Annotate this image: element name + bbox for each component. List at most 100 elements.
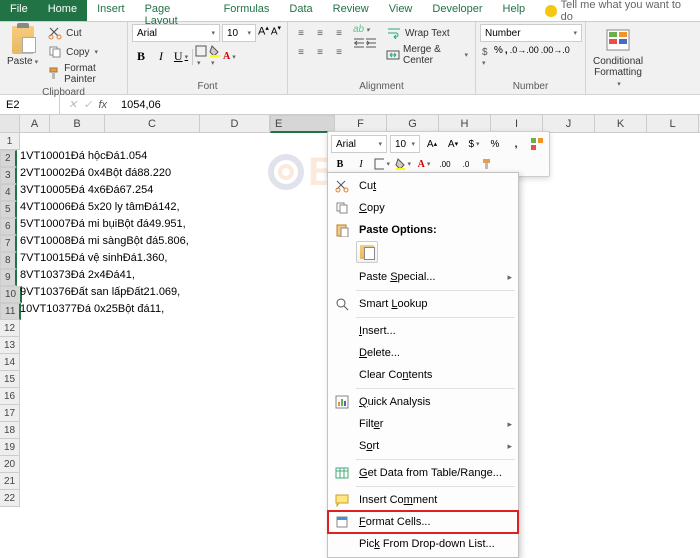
mini-font-select[interactable]: Arial [331,135,387,153]
empty-row[interactable] [20,456,189,473]
row-header[interactable]: 3 [0,167,17,184]
row-header[interactable]: 12 [0,320,20,337]
tab-developer[interactable]: Developer [422,0,492,21]
col-H[interactable]: H [439,115,491,132]
tab-help[interactable]: Help [493,0,536,21]
row-header[interactable]: 7 [0,235,17,252]
row-header[interactable]: 16 [0,388,20,405]
tab-insert[interactable]: Insert [87,0,135,21]
copy-button[interactable]: Copy [44,43,123,61]
table-row[interactable]: 1VT10001Đá hộcĐá1.054 [20,150,189,167]
empty-row[interactable] [20,320,189,337]
wrap-text-button[interactable]: Wrap Text [383,24,471,42]
fx-buttons[interactable]: ✕✓fx [60,98,115,111]
bold-button[interactable]: B [132,48,150,66]
tab-view[interactable]: View [379,0,423,21]
row-header[interactable]: 8 [0,252,17,269]
col-L[interactable]: L [647,115,699,132]
mini-border[interactable] [373,155,391,173]
mini-grow-font[interactable]: A▴ [423,135,441,153]
ctx-quick-analysis[interactable]: Quick Analysis [328,391,518,413]
ctx-filter[interactable]: Filter [328,413,518,435]
mini-fill[interactable] [394,155,412,173]
mini-size-select[interactable]: 10 [390,135,420,153]
formula-input[interactable]: 1054,06 [115,99,700,111]
table-row[interactable]: 8VT10373Đá 2x4Đá41, [20,269,189,286]
paste-button[interactable]: Paste [4,24,41,69]
comma-button[interactable]: , [505,45,508,68]
mini-fontcolor[interactable]: A [415,155,433,173]
font-color-button[interactable]: A [223,51,236,62]
tab-review[interactable]: Review [323,0,379,21]
table-row[interactable]: 7VT10015Đá vệ sinhĐá1.360, [20,252,189,269]
col-E[interactable]: E [270,115,335,133]
accounting-format-button[interactable]: $ [480,45,492,68]
row-header[interactable]: 4 [0,184,17,201]
grow-font-button[interactable]: A▴ [258,24,269,42]
italic-button[interactable]: I [152,48,170,66]
empty-row[interactable] [20,405,189,422]
ctx-copy[interactable]: Copy [328,197,518,219]
inc-decimal-button[interactable]: .0→.00 [510,45,539,68]
table-row[interactable]: 4VT10006Đá 5x20 ly tâmĐá142, [20,201,189,218]
row-header[interactable]: 15 [0,371,20,388]
row-header[interactable]: 11 [0,303,21,320]
row-header[interactable]: 5 [0,201,17,218]
tab-data[interactable]: Data [279,0,322,21]
row-header[interactable]: 13 [0,337,20,354]
ctx-get-data[interactable]: Get Data from Table/Range... [328,462,518,484]
col-K[interactable]: K [595,115,647,132]
mini-italic[interactable]: I [352,155,370,173]
ctx-format-cells[interactable]: Format Cells... [328,511,518,533]
tellme-search[interactable]: Tell me what you want to do [535,0,700,21]
row-header[interactable]: 19 [0,439,20,456]
empty-row[interactable] [20,354,189,371]
col-D[interactable]: D [200,115,270,132]
indent-dec-button[interactable] [353,37,365,49]
ctx-smart-lookup[interactable]: Smart Lookup [328,293,518,315]
select-all-corner[interactable] [0,115,20,132]
name-box[interactable]: E2 [0,95,60,114]
align-buttons[interactable]: ≡≡≡≡≡≡ [292,24,348,61]
ctx-sort[interactable]: Sort [328,435,518,457]
tab-file[interactable]: File [0,0,38,21]
col-C[interactable]: C [105,115,200,132]
dec-decimal-button[interactable]: .00→.0 [541,45,570,68]
col-G[interactable]: G [387,115,439,132]
underline-button[interactable]: U [172,48,190,66]
row-header[interactable]: 18 [0,422,20,439]
cut-button[interactable]: Cut [44,24,123,42]
table-row[interactable]: 9VT10376Đất san lấpĐất21.069, [20,286,189,303]
ctx-insert[interactable]: Insert... [328,320,518,342]
col-J[interactable]: J [543,115,595,132]
row-header[interactable]: 2 [0,150,17,167]
ctx-pick-from-list[interactable]: Pick From Drop-down List... [328,533,518,555]
table-row[interactable]: 6VT10008Đá mi sàngBột đá5.806, [20,235,189,252]
col-I[interactable]: I [491,115,543,132]
ctx-delete[interactable]: Delete... [328,342,518,364]
row-header[interactable]: 10 [0,286,22,303]
row-header[interactable]: 1 [0,133,20,150]
border-button[interactable] [195,45,207,68]
table-row[interactable]: 10VT10377Đá 0x25Bột đá11, [20,303,189,320]
ctx-cut[interactable]: Cut [328,175,518,197]
tab-formulas[interactable]: Formulas [214,0,280,21]
col-A[interactable]: A [20,115,50,132]
empty-row[interactable] [20,439,189,456]
orientation-button[interactable]: ab [353,24,377,35]
mini-shrink-font[interactable]: A▾ [444,135,462,153]
tab-home[interactable]: Home [38,0,87,21]
row-header[interactable]: 20 [0,456,20,473]
empty-row[interactable] [20,422,189,439]
col-F[interactable]: F [335,115,387,132]
format-painter-button[interactable]: Format Painter [44,62,123,86]
row-header[interactable]: 6 [0,218,17,235]
font-family-select[interactable]: Arial [132,24,220,42]
indent-inc-button[interactable] [365,37,377,49]
ctx-insert-comment[interactable]: Insert Comment [328,489,518,511]
row-header[interactable]: 9 [0,269,17,286]
merge-center-button[interactable]: Merge & Center [383,43,471,67]
mini-inc-dec[interactable]: .00 [436,155,454,173]
empty-row[interactable] [20,371,189,388]
tab-pagelayout[interactable]: Page Layout [135,0,214,21]
